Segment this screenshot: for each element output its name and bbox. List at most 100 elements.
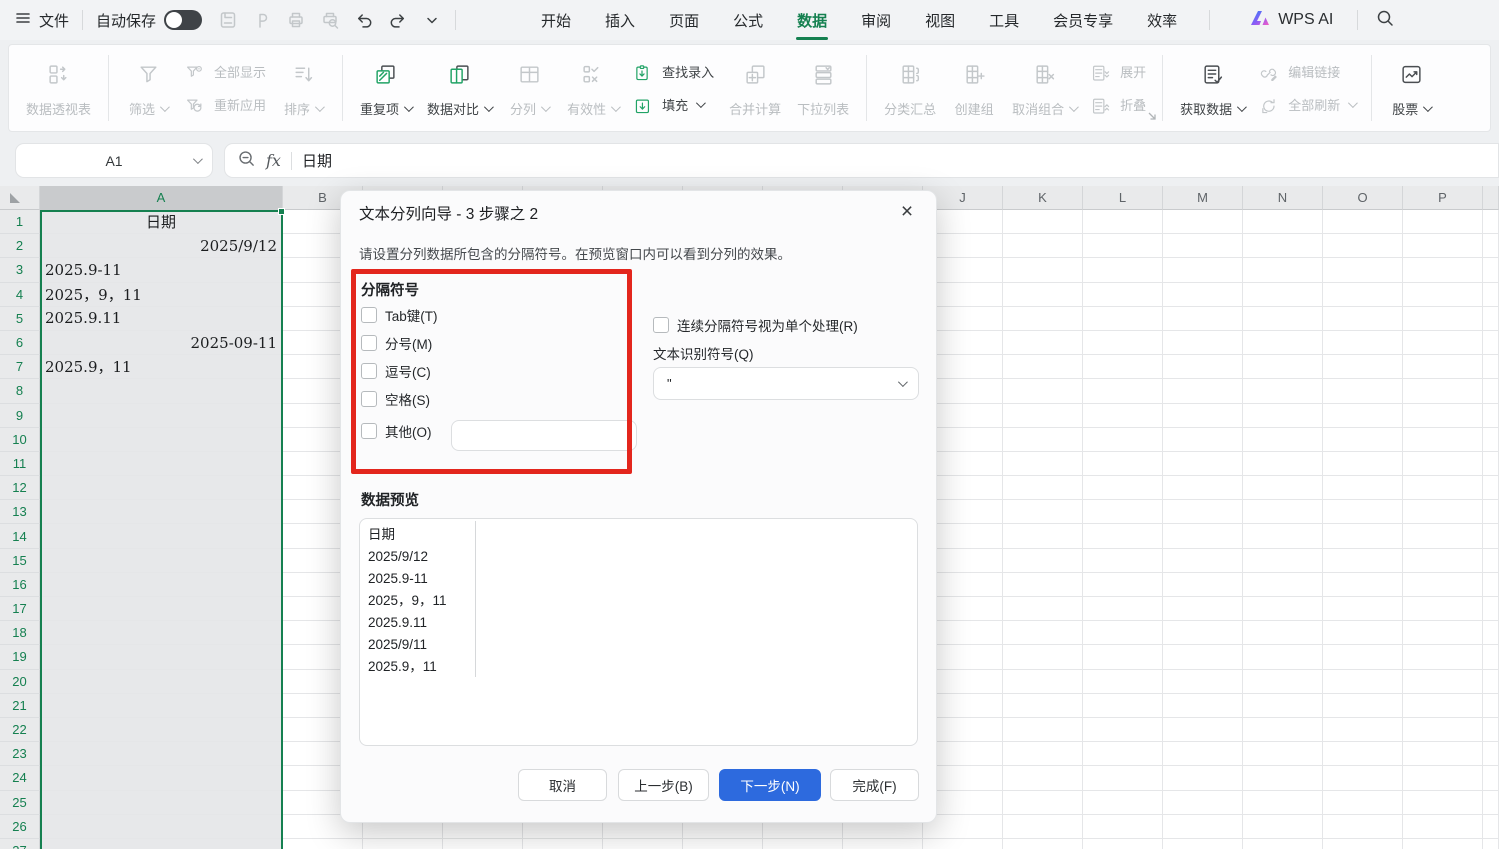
delimiter-option-comma[interactable]: 逗号(C) <box>361 357 438 385</box>
cell[interactable] <box>1483 694 1499 718</box>
cell-K11[interactable] <box>1003 452 1083 476</box>
other-checkbox[interactable] <box>361 423 377 439</box>
cell-M9[interactable] <box>1163 404 1243 428</box>
row-header-17[interactable]: 17 <box>0 597 40 621</box>
cell-L14[interactable] <box>1083 524 1163 548</box>
cell-A8[interactable] <box>40 379 283 403</box>
cell-A9[interactable] <box>40 404 283 428</box>
cell-L7[interactable] <box>1083 355 1163 379</box>
finish-button[interactable]: 完成(F) <box>830 769 919 801</box>
cell[interactable] <box>1483 645 1499 669</box>
cell-P4[interactable] <box>1403 283 1483 307</box>
cell-N17[interactable] <box>1243 597 1323 621</box>
cell[interactable] <box>1483 742 1499 766</box>
tab-efficiency[interactable]: 效率 <box>1145 2 1179 39</box>
cell-K18[interactable] <box>1003 621 1083 645</box>
cell-N26[interactable] <box>1243 815 1323 839</box>
cell-N20[interactable] <box>1243 670 1323 694</box>
cell-L3[interactable] <box>1083 258 1163 282</box>
cell-P9[interactable] <box>1403 404 1483 428</box>
cell-D27[interactable] <box>443 839 523 849</box>
next-button[interactable]: 下一步(N) <box>719 769 821 801</box>
cell-O3[interactable] <box>1323 258 1403 282</box>
cell-O26[interactable] <box>1323 815 1403 839</box>
cell-L6[interactable] <box>1083 331 1163 355</box>
cell-A20[interactable] <box>40 670 283 694</box>
cell-O22[interactable] <box>1323 718 1403 742</box>
cell-A24[interactable] <box>40 766 283 790</box>
cell-P20[interactable] <box>1403 670 1483 694</box>
cell-C27[interactable] <box>363 839 443 849</box>
cell[interactable] <box>1483 670 1499 694</box>
cell-A12[interactable] <box>40 476 283 500</box>
row-header-25[interactable]: 25 <box>0 791 40 815</box>
row-header-8[interactable]: 8 <box>0 379 40 403</box>
name-box[interactable]: A1 <box>15 143 213 178</box>
cell-L24[interactable] <box>1083 766 1163 790</box>
cell-M6[interactable] <box>1163 331 1243 355</box>
cell-N18[interactable] <box>1243 621 1323 645</box>
cell-P3[interactable] <box>1403 258 1483 282</box>
column-header-L[interactable]: L <box>1083 186 1163 210</box>
space-checkbox[interactable] <box>361 391 377 407</box>
cell[interactable] <box>1483 597 1499 621</box>
cell-A14[interactable] <box>40 524 283 548</box>
column-header[interactable] <box>1483 186 1499 210</box>
cell-A5[interactable]: 2025.9.11 <box>40 307 283 331</box>
cell-N12[interactable] <box>1243 476 1323 500</box>
cell-L23[interactable] <box>1083 742 1163 766</box>
cell-N5[interactable] <box>1243 307 1323 331</box>
column-header-A[interactable]: A <box>40 186 283 210</box>
cell-O18[interactable] <box>1323 621 1403 645</box>
cell-M25[interactable] <box>1163 791 1243 815</box>
cell-A2[interactable]: 2025/9/12 <box>40 234 283 258</box>
cell-A17[interactable] <box>40 597 283 621</box>
row-header-7[interactable]: 7 <box>0 355 40 379</box>
cell-N8[interactable] <box>1243 379 1323 403</box>
cell-M12[interactable] <box>1163 476 1243 500</box>
cell-P10[interactable] <box>1403 428 1483 452</box>
cell-L8[interactable] <box>1083 379 1163 403</box>
cell-A18[interactable] <box>40 621 283 645</box>
cell-N1[interactable] <box>1243 210 1323 234</box>
cell-L2[interactable] <box>1083 234 1163 258</box>
cell[interactable] <box>1483 621 1499 645</box>
cell-J27[interactable] <box>923 839 1003 849</box>
cell[interactable] <box>1483 258 1499 282</box>
cell-K10[interactable] <box>1003 428 1083 452</box>
tab-member[interactable]: 会员专享 <box>1051 2 1115 39</box>
cell-M10[interactable] <box>1163 428 1243 452</box>
row-header-24[interactable]: 24 <box>0 766 40 790</box>
cell-P24[interactable] <box>1403 766 1483 790</box>
cell-K24[interactable] <box>1003 766 1083 790</box>
row-header-5[interactable]: 5 <box>0 307 40 331</box>
cell-P11[interactable] <box>1403 452 1483 476</box>
cell-M13[interactable] <box>1163 500 1243 524</box>
cell-M14[interactable] <box>1163 524 1243 548</box>
cell-K13[interactable] <box>1003 500 1083 524</box>
cell-P12[interactable] <box>1403 476 1483 500</box>
cell[interactable] <box>1483 234 1499 258</box>
cell-N24[interactable] <box>1243 766 1323 790</box>
cell-L11[interactable] <box>1083 452 1163 476</box>
cell-N23[interactable] <box>1243 742 1323 766</box>
cell[interactable] <box>1483 718 1499 742</box>
fill-button[interactable]: 填充 <box>633 95 714 114</box>
cell-O9[interactable] <box>1323 404 1403 428</box>
cell-A15[interactable] <box>40 549 283 573</box>
delimiter-option-tab[interactable]: Tab键(T) <box>361 301 438 329</box>
cell-A10[interactable] <box>40 428 283 452</box>
cell-N11[interactable] <box>1243 452 1323 476</box>
cell-N15[interactable] <box>1243 549 1323 573</box>
column-header-P[interactable]: P <box>1403 186 1483 210</box>
cell[interactable] <box>1483 404 1499 428</box>
cell-G27[interactable] <box>683 839 763 849</box>
cell-N27[interactable] <box>1243 839 1323 849</box>
cell-M15[interactable] <box>1163 549 1243 573</box>
row-header-15[interactable]: 15 <box>0 549 40 573</box>
cell-A7[interactable]: 2025.9，11 <box>40 355 283 379</box>
cell-N25[interactable] <box>1243 791 1323 815</box>
cell-M18[interactable] <box>1163 621 1243 645</box>
row-header-20[interactable]: 20 <box>0 670 40 694</box>
cell-M8[interactable] <box>1163 379 1243 403</box>
